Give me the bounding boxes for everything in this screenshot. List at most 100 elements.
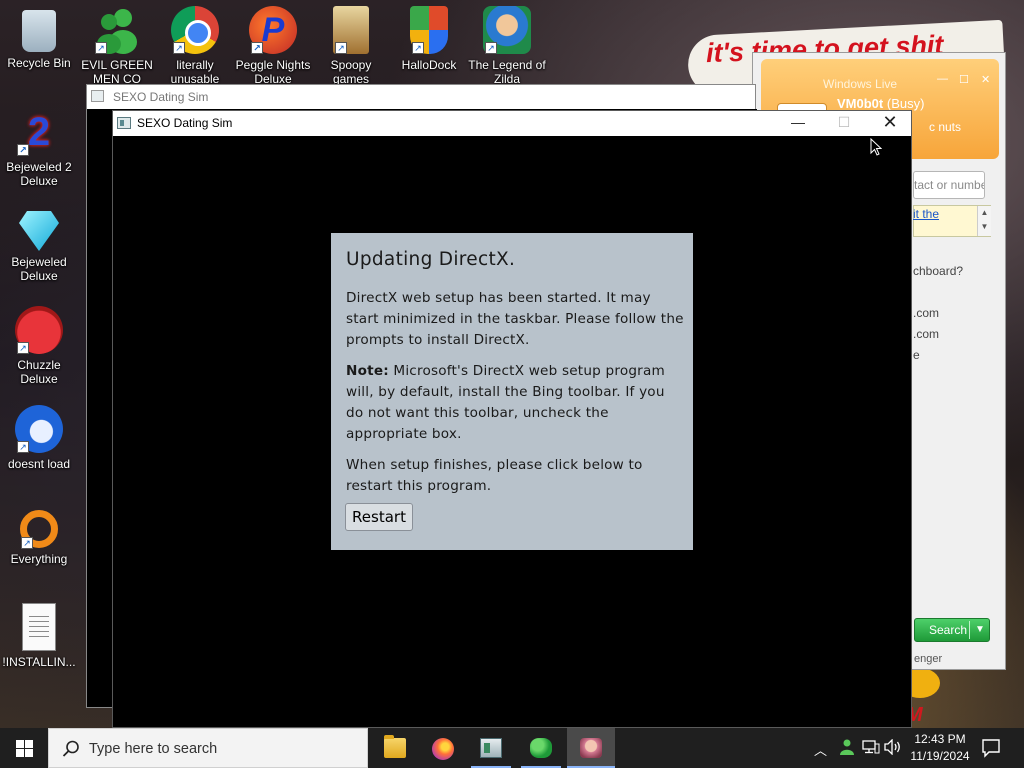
search-icon <box>62 740 79 757</box>
app-icon <box>91 90 104 102</box>
search-button-label: Search <box>929 623 968 637</box>
panel-heading: Updating DirectX. <box>346 249 516 270</box>
taskbar-firefox[interactable] <box>419 728 467 768</box>
volume-icon[interactable] <box>884 739 902 755</box>
desktop-icon-thunderbird[interactable]: ↗ doesnt load <box>0 405 78 471</box>
background-window-titlebar[interactable]: SEXO Dating Sim <box>87 85 755 109</box>
search-placeholder: Type here to search <box>89 741 218 757</box>
taskbar-search-box[interactable]: Type here to search <box>48 728 368 768</box>
list-item[interactable]: .com <box>913 303 963 324</box>
shortcut-arrow-icon: ↗ <box>17 144 29 156</box>
messenger-username[interactable]: VM0b0t (Busy) <box>837 96 924 111</box>
chuzzle-icon: ↗ <box>15 306 63 354</box>
shortcut-arrow-icon: ↗ <box>17 342 29 354</box>
show-hidden-icons-chevron-icon[interactable]: ︿ <box>814 740 827 768</box>
everything-search-icon: ↗ <box>20 510 58 549</box>
network-icon[interactable] <box>862 740 880 754</box>
bejeweled-diamond-icon <box>19 211 59 251</box>
window-title: SEXO Dating Sim <box>137 116 233 130</box>
zilda-icon: ↗ <box>483 6 531 54</box>
panel-paragraph-restart: When setup finishes, please click below … <box>346 457 643 494</box>
text-document-icon <box>22 603 56 651</box>
shortcut-arrow-icon: ↗ <box>17 441 29 453</box>
restart-button[interactable]: Restart <box>345 503 413 531</box>
desktop-icon-hallodock[interactable]: ↗ HalloDock <box>390 6 468 72</box>
clock-time: 12:43 PM <box>914 732 966 746</box>
contact-search-input[interactable]: tact or numbe <box>913 171 985 199</box>
messenger-search-button[interactable]: Search ▼ <box>914 618 990 642</box>
desktop-icon-label: !INSTALLIN... <box>2 655 76 669</box>
action-center-icon[interactable] <box>980 738 1002 758</box>
notice-link[interactable]: it the <box>913 207 939 221</box>
desktop-icon-label: Bejeweled Deluxe <box>11 255 67 283</box>
notice-scrollbar[interactable]: ▲ ▼ <box>977 206 991 236</box>
contact-list: chboard? .com .com e <box>913 261 963 366</box>
background-window-title: SEXO Dating Sim <box>113 90 209 104</box>
shortcut-arrow-icon: ↗ <box>21 537 33 549</box>
desktop-icon-label: HalloDock <box>401 58 457 72</box>
messenger-title: Windows Live <box>823 77 898 91</box>
button-separator <box>969 621 970 639</box>
firefox-icon <box>432 738 454 760</box>
personal-message[interactable]: c nuts <box>929 120 961 134</box>
taskbar-file-explorer[interactable] <box>371 728 419 768</box>
desktop-icon-label: Recycle Bin <box>7 56 71 70</box>
list-item[interactable]: e <box>913 345 963 366</box>
username-text: VM0b0t <box>837 96 884 111</box>
desktop-icon-label: doesnt load <box>7 457 71 471</box>
mouse-cursor-icon <box>870 138 882 156</box>
close-button[interactable]: ✕ <box>867 111 913 136</box>
panel-paragraph-setup: DirectX web setup has been started. It m… <box>346 290 684 348</box>
chevron-down-icon[interactable]: ▼ <box>975 619 985 641</box>
note-text: Microsoft's DirectX web setup program wi… <box>346 363 665 442</box>
desktop-icon-everything[interactable]: ↗ Everything <box>0 504 78 566</box>
desktop-icon-label: Bejeweled 2 Deluxe <box>6 160 72 188</box>
maximize-button[interactable]: ☐ <box>821 111 867 136</box>
app-window-icon <box>480 738 502 758</box>
taskbar-messenger[interactable] <box>517 728 565 768</box>
desktop-icon-chrome[interactable]: ↗ literally unusable <box>156 6 234 86</box>
note-label: Note: <box>346 363 389 379</box>
shortcut-arrow-icon: ↗ <box>95 42 107 54</box>
evil-green-men-icon: ↗ <box>93 6 141 54</box>
taskbar-sexo-game[interactable] <box>567 728 615 768</box>
desktop-icon-label: literally unusable <box>170 58 220 86</box>
directx-update-panel: Updating DirectX. DirectX web setup has … <box>331 233 693 550</box>
taskbar-clock[interactable]: 12:43 PM 11/19/2024 <box>908 731 972 765</box>
thunderbird-icon: ↗ <box>15 405 63 453</box>
minimize-button[interactable]: — <box>775 111 821 136</box>
window-titlebar[interactable]: SEXO Dating Sim — ☐ ✕ <box>113 111 911 136</box>
messenger-icon <box>530 738 552 758</box>
people-icon[interactable] <box>838 738 856 756</box>
minimize-icon[interactable]: — <box>937 73 948 85</box>
desktop-icon-bejeweled-2[interactable]: 2 ↗ Bejeweled 2 Deluxe <box>0 108 78 188</box>
close-icon[interactable]: ✕ <box>981 73 990 86</box>
desktop-icon-bejeweled[interactable]: Bejeweled Deluxe <box>0 207 78 283</box>
start-button[interactable] <box>0 728 48 768</box>
desktop-icon-label: The Legend of Zilda <box>468 58 546 86</box>
desktop-icon-chuzzle[interactable]: ↗ Chuzzle Deluxe <box>0 306 78 386</box>
app-icon <box>117 117 131 129</box>
chrome-icon: ↗ <box>171 6 219 54</box>
desktop-icon-installing-doc[interactable]: !INSTALLIN... <box>0 603 78 669</box>
desktop-icon-recycle-bin[interactable]: Recycle Bin <box>0 6 78 70</box>
folder-icon <box>384 735 406 758</box>
recycle-bin-icon <box>22 10 56 52</box>
desktop-icon-evil-green-men[interactable]: ↗ EVIL GREEN MEN CO <box>78 6 156 86</box>
peggle-icon: P ↗ <box>249 6 297 54</box>
bejeweled-2-icon: 2 ↗ <box>15 108 63 156</box>
windows-logo-icon <box>16 740 33 757</box>
shortcut-arrow-icon: ↗ <box>485 42 497 54</box>
hallodock-shield-icon: ↗ <box>410 6 448 54</box>
status-text: (Busy) <box>886 96 925 111</box>
desktop-icon-peggle[interactable]: P ↗ Peggle Nights Deluxe <box>234 6 312 86</box>
maximize-icon[interactable]: ☐ <box>959 73 969 86</box>
taskbar-sexo-window[interactable] <box>467 728 515 768</box>
shortcut-arrow-icon: ↗ <box>335 42 347 54</box>
messenger-footer: enger <box>914 653 943 665</box>
sexo-game-icon <box>580 738 602 758</box>
desktop-icon-spoopy-games[interactable]: ↗ Spoopy games <box>312 6 390 86</box>
desktop-icon-zilda[interactable]: ↗ The Legend of Zilda <box>468 6 546 86</box>
list-item[interactable]: chboard? <box>913 261 963 282</box>
list-item[interactable]: .com <box>913 324 963 345</box>
